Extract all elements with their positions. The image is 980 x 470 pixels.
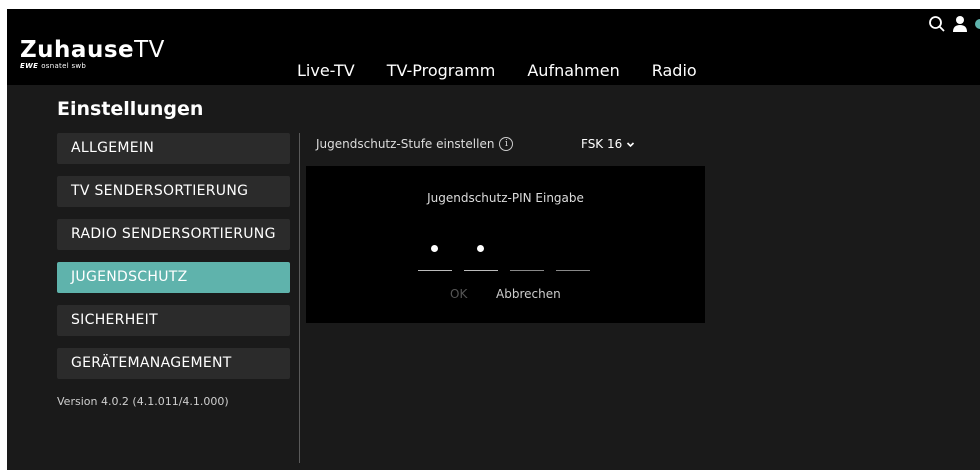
- user-icon[interactable]: [952, 15, 968, 37]
- menu-item-tv-sendersortierung[interactable]: TV SENDERSORTIERUNG: [57, 176, 290, 207]
- pin-digit-2[interactable]: [464, 232, 498, 271]
- pin-digit-3[interactable]: [510, 232, 544, 271]
- fsk-value: FSK 16: [581, 137, 623, 151]
- pin-dialog-title: Jugendschutz-PIN Eingabe: [427, 191, 584, 205]
- ok-button[interactable]: OK: [450, 287, 467, 301]
- app-window: ZuhauseTV EWE osnatel swb Live-TV TV-Prog…: [7, 9, 980, 470]
- zuhausetv-logo[interactable]: ZuhauseTV EWE osnatel swb: [20, 38, 165, 70]
- menu-item-allgemein[interactable]: ALLGEMEIN: [57, 133, 290, 164]
- menu-item-geraetemanagement[interactable]: GERÄTEMANAGEMENT: [57, 348, 290, 379]
- setting-label: Jugendschutz-Stufe einstellen: [316, 137, 495, 151]
- fsk-dropdown[interactable]: FSK 16: [581, 137, 635, 151]
- search-icon[interactable]: [928, 15, 946, 37]
- menu-item-jugendschutz[interactable]: JUGENDSCHUTZ: [57, 262, 290, 293]
- pin-dot-2: [477, 245, 484, 252]
- logo-tv-text: TV: [134, 37, 165, 63]
- pin-dot-1: [431, 245, 438, 252]
- logo-partners: EWE osnatel swb: [20, 62, 165, 70]
- top-bar: ZuhauseTV EWE osnatel swb Live-TV TV-Prog…: [7, 9, 980, 85]
- settings-gear-icon[interactable]: [974, 15, 980, 37]
- menu-item-sicherheit[interactable]: SICHERHEIT: [57, 305, 290, 336]
- nav-radio[interactable]: Radio: [652, 61, 697, 80]
- logo-wordmark: ZuhauseTV: [20, 38, 165, 62]
- settings-menu: ALLGEMEIN TV SENDERSORTIERUNG RADIO SEND…: [57, 133, 290, 391]
- page-title: Einstellungen: [57, 98, 204, 120]
- logo-brand-text: EWE: [20, 62, 39, 70]
- top-icons: [928, 15, 980, 37]
- nav-tv-programm[interactable]: TV-Programm: [387, 61, 496, 80]
- pin-dialog: Jugendschutz-PIN Eingabe OK Abbrechen: [306, 166, 705, 323]
- nav-live-tv[interactable]: Live-TV: [297, 61, 355, 80]
- jugendschutz-stufe-row: Jugendschutz-Stufe einstellen i: [316, 137, 514, 151]
- version-text: Version 4.0.2 (4.1.011/4.1.000): [57, 395, 229, 408]
- vertical-divider: [299, 133, 300, 463]
- cancel-button[interactable]: Abbrechen: [496, 287, 561, 301]
- logo-partners-text: osnatel swb: [41, 62, 87, 70]
- info-icon[interactable]: i: [499, 137, 514, 151]
- menu-item-radio-sendersortierung[interactable]: RADIO SENDERSORTIERUNG: [57, 219, 290, 250]
- chevron-down-icon: [626, 137, 635, 151]
- logo-main-text: Zuhause: [20, 37, 135, 63]
- main-nav: Live-TV TV-Programm Aufnahmen Radio: [297, 61, 729, 80]
- pin-digit-4[interactable]: [556, 232, 590, 271]
- pin-digit-1[interactable]: [418, 232, 452, 271]
- nav-aufnahmen[interactable]: Aufnahmen: [527, 61, 619, 80]
